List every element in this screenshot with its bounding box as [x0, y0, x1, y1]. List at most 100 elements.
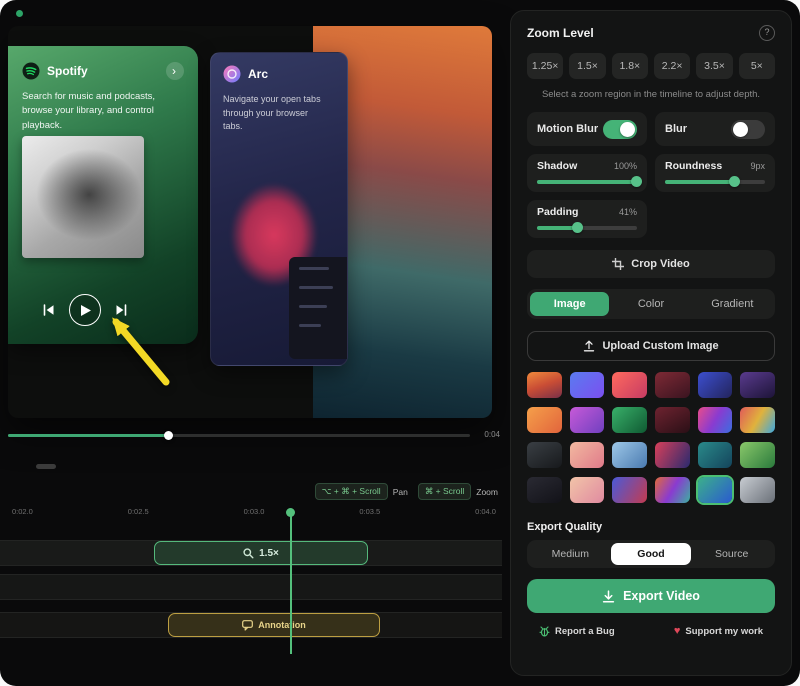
- chevron-right-icon[interactable]: [166, 62, 184, 80]
- wallpaper-thumb[interactable]: [655, 407, 690, 433]
- wallpaper-thumb[interactable]: [612, 442, 647, 468]
- wallpaper-thumb[interactable]: [527, 477, 562, 503]
- video-preview: Spotify Search for music and podcasts, b…: [8, 10, 500, 424]
- roundness-slider-handle[interactable]: [729, 176, 740, 187]
- video-frame[interactable]: Spotify Search for music and podcasts, b…: [8, 26, 492, 418]
- scrubber-handle[interactable]: [164, 431, 173, 440]
- previous-track-icon[interactable]: [42, 304, 55, 316]
- playhead-line[interactable]: [290, 512, 292, 654]
- spotify-card-description: Search for music and podcasts, browse yo…: [22, 90, 180, 133]
- wallpaper-thumb[interactable]: [698, 442, 733, 468]
- annotation-segment[interactable]: Annotation: [168, 613, 380, 637]
- support-link[interactable]: Support my work: [674, 626, 763, 637]
- tab-gradient[interactable]: Gradient: [693, 292, 772, 316]
- upload-icon: [583, 340, 595, 352]
- wallpaper-thumb[interactable]: [740, 407, 775, 433]
- wallpaper-thumb[interactable]: [655, 372, 690, 398]
- padding-slider[interactable]: [537, 226, 637, 230]
- shadow-label: Shadow: [537, 160, 577, 172]
- wallpaper-thumb[interactable]: [698, 477, 733, 503]
- zoom-option-button[interactable]: 5×: [739, 53, 775, 79]
- upload-custom-image-button[interactable]: Upload Custom Image: [527, 331, 775, 361]
- shadow-slider-handle[interactable]: [631, 176, 642, 187]
- quality-option-source[interactable]: Source: [691, 543, 772, 565]
- wallpaper-thumb[interactable]: [612, 477, 647, 503]
- padding-value: 41%: [619, 207, 637, 217]
- zoom-hint-label: Zoom: [476, 487, 498, 497]
- zoom-level-options: 1.25× 1.5× 1.8× 2.2× 3.5× 5×: [527, 53, 775, 79]
- playback-scrubber[interactable]: 0:04: [8, 430, 500, 442]
- wallpaper-grid: [527, 372, 775, 503]
- motion-blur-label: Motion Blur: [537, 123, 598, 135]
- download-icon: [602, 590, 615, 603]
- play-button[interactable]: [69, 294, 101, 326]
- wallpaper-thumb[interactable]: [655, 442, 690, 468]
- quality-option-good[interactable]: Good: [611, 543, 692, 565]
- album-art: [22, 136, 144, 258]
- wallpaper-thumb[interactable]: [612, 372, 647, 398]
- ruler-tick-label: 0:04.0: [475, 507, 496, 516]
- tab-image[interactable]: Image: [530, 292, 609, 316]
- menubar-icon: [16, 10, 23, 17]
- zoom-track[interactable]: 1.5×: [0, 540, 502, 566]
- tab-color[interactable]: Color: [611, 292, 690, 316]
- playback-controls: [42, 294, 128, 326]
- wallpaper-thumb[interactable]: [698, 372, 733, 398]
- blur-toggle[interactable]: [731, 120, 765, 139]
- export-video-button[interactable]: Export Video: [527, 579, 775, 613]
- next-track-icon[interactable]: [115, 304, 128, 316]
- crop-icon: [612, 258, 624, 270]
- zoom-option-button[interactable]: 2.2×: [654, 53, 690, 79]
- wallpaper-thumb[interactable]: [740, 477, 775, 503]
- spotify-card: Spotify Search for music and podcasts, b…: [8, 46, 198, 344]
- spotify-logo-icon: [22, 62, 40, 80]
- zoom-option-button[interactable]: 1.8×: [612, 53, 648, 79]
- zoom-option-button[interactable]: 1.25×: [527, 53, 563, 79]
- scrubber-progress: [8, 434, 170, 437]
- roundness-slider[interactable]: [665, 180, 765, 184]
- roundness-value: 9px: [750, 161, 765, 171]
- wallpaper-thumb[interactable]: [527, 442, 562, 468]
- wallpaper-thumb[interactable]: [570, 477, 605, 503]
- bug-icon: [539, 626, 550, 637]
- ruler-tick-label: 0:03.0: [244, 507, 265, 516]
- timeline-hints: ⌥ + ⌘ + Scroll Pan ⌘ + Scroll Zoom: [8, 483, 498, 500]
- help-icon[interactable]: [759, 25, 775, 41]
- timeline-ruler[interactable]: 0:02.0 0:02.5 0:03.0 0:03.5 0:04.0: [8, 507, 500, 516]
- padding-slider-handle[interactable]: [572, 222, 583, 233]
- zoom-hint: ⌘ + Scroll Zoom: [418, 483, 498, 500]
- panel-resize-handle[interactable]: [36, 464, 56, 469]
- wallpaper-thumb[interactable]: [570, 407, 605, 433]
- scrubber-track[interactable]: [8, 434, 470, 437]
- background-tabs: Image Color Gradient: [527, 289, 775, 319]
- crop-video-label: Crop Video: [631, 258, 689, 270]
- export-quality-segmented: Medium Good Source: [527, 540, 775, 568]
- wallpaper-thumb[interactable]: [612, 407, 647, 433]
- video-track[interactable]: [0, 574, 502, 600]
- wallpaper-thumb[interactable]: [740, 442, 775, 468]
- wallpaper-thumb[interactable]: [655, 477, 690, 503]
- ruler-tick-label: 0:02.0: [12, 507, 33, 516]
- pan-hint-label: Pan: [393, 487, 408, 497]
- heart-icon: [674, 626, 681, 637]
- wallpaper-thumb[interactable]: [698, 407, 733, 433]
- wallpaper-thumb[interactable]: [527, 407, 562, 433]
- wallpaper-thumb[interactable]: [740, 372, 775, 398]
- wallpaper-thumb[interactable]: [527, 372, 562, 398]
- zoom-caption: Select a zoom region in the timeline to …: [527, 89, 775, 100]
- zoom-option-button[interactable]: 1.5×: [569, 53, 605, 79]
- zoom-shortcut-badge: ⌘ + Scroll: [418, 483, 471, 500]
- report-bug-link[interactable]: Report a Bug: [539, 626, 615, 637]
- crop-video-button[interactable]: Crop Video: [527, 250, 775, 278]
- zoom-segment[interactable]: 1.5×: [154, 541, 368, 565]
- wallpaper-thumb[interactable]: [570, 372, 605, 398]
- zoom-option-button[interactable]: 3.5×: [696, 53, 732, 79]
- padding-label: Padding: [537, 206, 578, 218]
- duration-label: 0:04: [484, 430, 500, 439]
- shadow-slider[interactable]: [537, 180, 637, 184]
- report-bug-label: Report a Bug: [555, 626, 615, 637]
- motion-blur-toggle[interactable]: [603, 120, 637, 139]
- annotation-track[interactable]: Annotation: [0, 612, 502, 638]
- wallpaper-thumb[interactable]: [570, 442, 605, 468]
- quality-option-medium[interactable]: Medium: [530, 543, 611, 565]
